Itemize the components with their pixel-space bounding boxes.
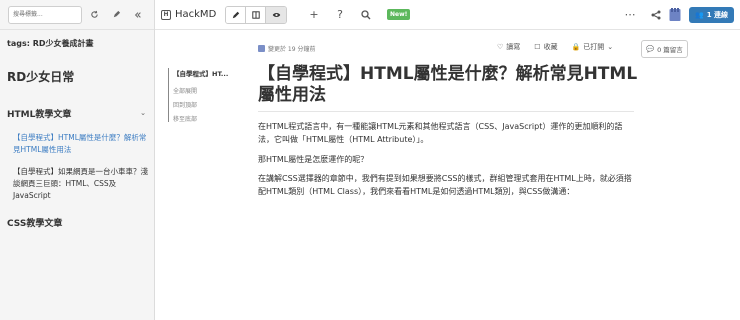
pencil-icon	[232, 11, 239, 18]
search-icon	[361, 9, 371, 19]
tags-line: tags: RD少女養成計畫	[7, 39, 94, 48]
sidebar-item-html-attribute[interactable]: 【自學程式】HTML屬性是什麼？解析常見HTML屬性用法	[13, 132, 148, 156]
bookmark-label: 收藏	[543, 43, 558, 51]
chevron-down-icon: ⌄	[140, 109, 146, 117]
read-write-label: 讀寫	[506, 43, 521, 51]
brand[interactable]: H HackMD	[155, 9, 225, 20]
lock-icon: 🔒	[571, 43, 581, 51]
users-icon: 👥	[694, 10, 704, 19]
document-stack-icon[interactable]	[669, 7, 681, 22]
more-menu-button[interactable]: ⋯	[617, 5, 643, 25]
chevron-down-icon: ⌄	[607, 43, 614, 51]
bookmark-icon: ☐	[534, 43, 541, 51]
toc-item-active[interactable]: 【自學程式】HT...	[173, 68, 248, 80]
share-icon	[651, 10, 661, 19]
search-button[interactable]	[353, 5, 379, 25]
sidebar-heading: RD少女日常	[7, 70, 75, 84]
note-icon	[258, 45, 265, 52]
last-changed: 變更於 19 分鐘前	[268, 46, 316, 53]
tag-search-input[interactable]	[8, 5, 82, 24]
sidebar: tags: RD少女養成計畫 RD少女日常 HTML教學文章 ⌄ 【自學程式】H…	[0, 0, 155, 320]
comment-label: 0 篇留言	[657, 46, 683, 54]
ellipsis-icon: ⋯	[624, 8, 636, 21]
edit-icon[interactable]	[105, 4, 127, 26]
split-mode-button[interactable]	[246, 6, 266, 23]
eye-icon	[272, 12, 280, 17]
share-button[interactable]	[643, 5, 669, 25]
section-label: HTML教學文章	[7, 109, 72, 120]
sidebar-item-web-trio[interactable]: 【自學程式】如果網頁是一台小車車？淺談網頁三巨頭：HTML、CSS及JavaSc…	[13, 166, 148, 202]
columns-icon	[251, 10, 260, 19]
refresh-icon[interactable]	[83, 4, 105, 26]
doc-meta: 變更於 19 分鐘前	[258, 44, 315, 53]
sidebar-section-css[interactable]: CSS教學文章	[0, 216, 154, 229]
new-note-button[interactable]: +	[301, 5, 327, 25]
online-users-button[interactable]: 👥 1 連線	[688, 6, 734, 23]
view-mode-toggle	[225, 5, 287, 24]
help-button[interactable]: ?	[327, 5, 353, 25]
edit-mode-button[interactable]	[226, 6, 246, 23]
comment-button[interactable]: 💬 0 篇留言	[641, 40, 688, 58]
title-divider	[258, 111, 634, 112]
new-badge[interactable]: New!	[387, 9, 411, 20]
top-bar: H HackMD + ? New! ⋯ 👥 1 連線	[155, 0, 740, 30]
toc-go-to-bottom[interactable]: 移至底部	[173, 114, 248, 123]
table-of-contents: 【自學程式】HT... 全部展開 回到頂部 移至底部	[168, 68, 248, 123]
question-icon: ?	[337, 8, 343, 21]
sidebar-section-html[interactable]: HTML教學文章 ⌄	[0, 90, 154, 124]
plus-icon: +	[309, 8, 319, 21]
bookmark-button[interactable]: ☐ 收藏	[534, 42, 557, 52]
paragraph: 在HTML程式語言中，有一種能讓HTML元素和其他程式語言（CSS、JavaSc…	[258, 122, 623, 144]
publish-status-button[interactable]: 🔒 已打開 ⌄	[572, 42, 614, 52]
sidebar-list: 【自學程式】HTML屬性是什麼？解析常見HTML屬性用法 【自學程式】如果網頁是…	[0, 124, 154, 202]
toc-back-to-top[interactable]: 回到頂部	[173, 100, 248, 109]
toc-expand-all[interactable]: 全部展開	[173, 86, 248, 95]
online-label: 1 連線	[706, 10, 728, 19]
brand-name: HackMD	[175, 9, 217, 20]
view-mode-button[interactable]	[266, 6, 286, 23]
doc-title: 【自學程式】HTML屬性是什麼？解析常見HTML屬性用法	[258, 64, 638, 105]
read-write-button[interactable]: ♡ 讀寫	[497, 42, 520, 52]
paragraph: 在講解CSS選擇器的章節中，我們有提到如果想要將CSS的樣式，群組管理式套用在H…	[258, 174, 632, 196]
sidebar-toolbar	[0, 0, 154, 30]
heart-icon: ♡	[497, 43, 504, 51]
doc-actions: ♡ 讀寫 ☐ 收藏 🔒 已打開 ⌄	[497, 42, 627, 52]
collapse-sidebar-icon[interactable]	[127, 4, 149, 26]
publish-label: 已打開	[583, 43, 605, 51]
comment-icon: 💬	[646, 45, 655, 53]
paragraph: 那HTML屬性是怎麼運作的呢？	[258, 155, 369, 164]
hackmd-logo-icon: H	[161, 9, 171, 20]
